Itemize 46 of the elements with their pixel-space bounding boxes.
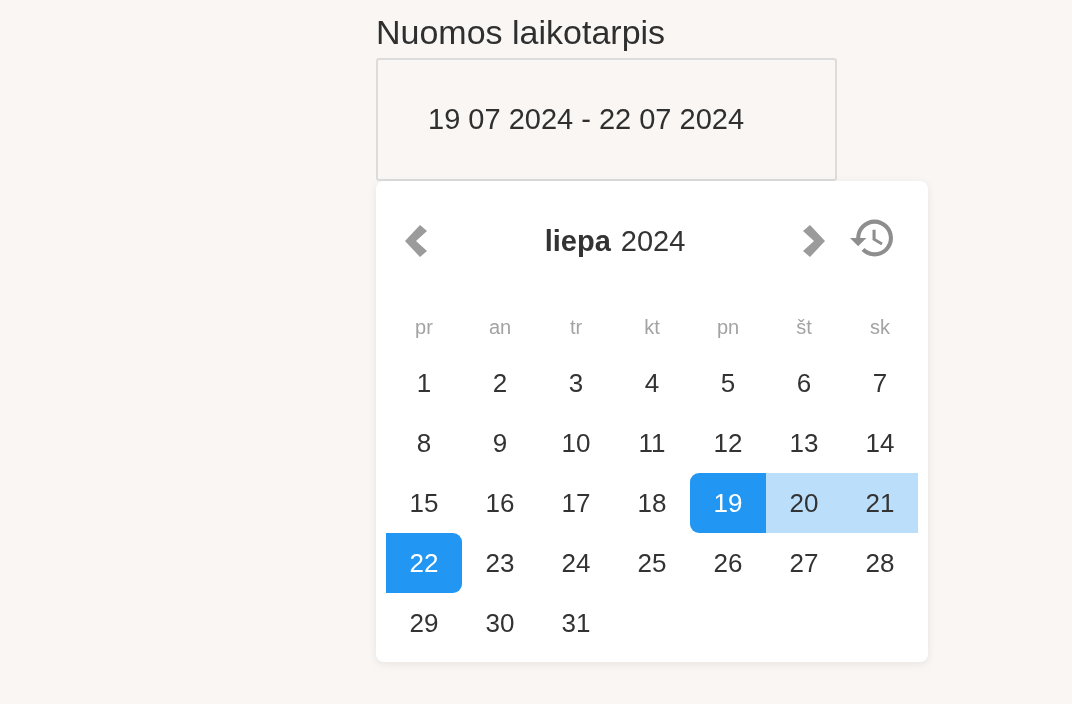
year-label: 2024 — [620, 224, 686, 258]
calendar-day[interactable]: 13 — [766, 413, 842, 473]
calendar-day[interactable]: 18 — [614, 473, 690, 533]
calendar-day[interactable]: 8 — [386, 413, 462, 473]
calendar-day[interactable]: 24 — [538, 533, 614, 593]
next-month-button[interactable] — [803, 225, 825, 257]
weekday-label: sk — [870, 315, 890, 339]
calendar-day[interactable]: 12 — [690, 413, 766, 473]
weekday-label: an — [488, 315, 512, 339]
calendar-day[interactable]: 14 — [842, 413, 918, 473]
calendar-day[interactable]: 1 — [386, 353, 462, 413]
calendar-day[interactable]: 11 — [614, 413, 690, 473]
calendar-day[interactable]: 15 — [386, 473, 462, 533]
calendar-day[interactable]: 2 — [462, 353, 538, 413]
calendar-day[interactable]: 16 — [462, 473, 538, 533]
weekday-label: tr — [569, 315, 583, 339]
calendar-day[interactable]: 26 — [690, 533, 766, 593]
calendar-day[interactable]: 3 — [538, 353, 614, 413]
calendar-day[interactable]: 21 — [842, 473, 918, 533]
calendar-day[interactable]: 20 — [766, 473, 842, 533]
calendar-day[interactable]: 6 — [766, 353, 842, 413]
calendar-day[interactable]: 7 — [842, 353, 918, 413]
calendar-day[interactable]: 30 — [462, 593, 538, 653]
weekday-label: pn — [716, 315, 740, 339]
calendar-day[interactable]: 10 — [538, 413, 614, 473]
calendar-day[interactable]: 23 — [462, 533, 538, 593]
weekday-label: kt — [644, 315, 660, 339]
date-range-input[interactable]: 19 07 2024 - 22 07 2024 — [376, 58, 837, 181]
chevron-left-icon — [405, 225, 427, 257]
previous-month-button[interactable] — [405, 225, 427, 257]
weekday-label: št — [796, 315, 812, 339]
calendar-day[interactable]: 5 — [690, 353, 766, 413]
calendar-day[interactable]: 29 — [386, 593, 462, 653]
month-name: liepa — [544, 224, 611, 258]
calendar-day[interactable]: 9 — [462, 413, 538, 473]
calendar-day[interactable]: 4 — [614, 353, 690, 413]
calendar-day[interactable]: 28 — [842, 533, 918, 593]
calendar-day[interactable]: 27 — [766, 533, 842, 593]
weekday-label: pr — [415, 315, 433, 339]
chevron-right-icon — [803, 225, 825, 257]
field-label: Nuomos laikotarpis — [376, 12, 666, 52]
calendar-day[interactable]: 25 — [614, 533, 690, 593]
history-button[interactable] — [850, 219, 893, 257]
calendar-day[interactable]: 17 — [538, 473, 614, 533]
calendar-day[interactable]: 31 — [538, 593, 614, 653]
history-icon — [850, 219, 893, 257]
